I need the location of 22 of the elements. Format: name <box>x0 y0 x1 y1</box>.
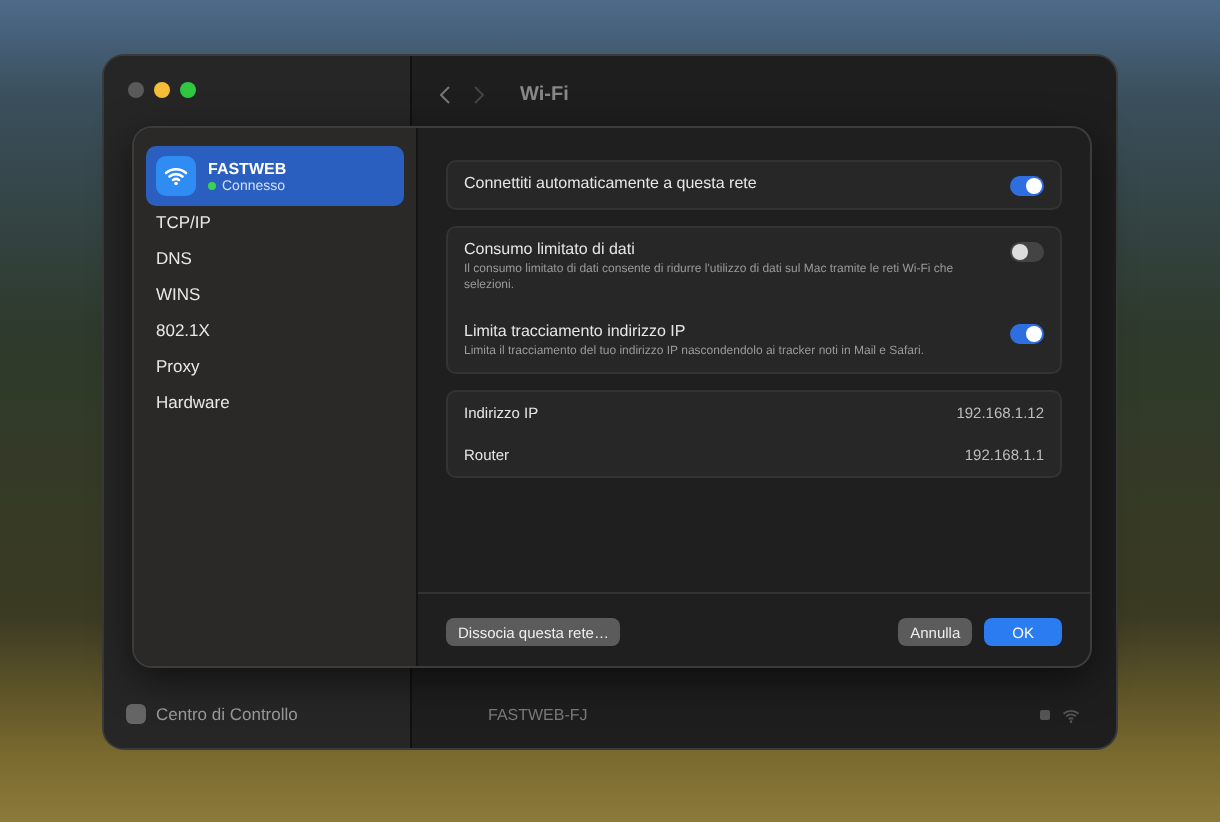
sidebar-item[interactable]: DNS <box>146 242 404 278</box>
app-icon <box>126 704 146 724</box>
setting-label: Connettiti automaticamente a questa rete <box>464 174 757 192</box>
window-title: Wi-Fi <box>520 83 569 105</box>
sidebar-item[interactable]: Hardware <box>146 386 404 422</box>
setting-label: Consumo limitato di dati <box>464 240 637 258</box>
zoom-icon[interactable] <box>180 82 196 98</box>
setting-label: Limita tracciamento indirizzo IP <box>464 322 688 340</box>
minimize-icon[interactable] <box>154 82 170 98</box>
toggle-switch[interactable] <box>1010 176 1044 196</box>
wifi-icon <box>1062 707 1080 723</box>
network-name[interactable]: FASTWEB-FJ <box>488 706 588 724</box>
sidebar-item[interactable]: 802.1X <box>146 314 404 350</box>
toggle-switch[interactable] <box>1010 242 1044 262</box>
sidebar-item[interactable]: WINS <box>146 278 404 314</box>
sidebar-item[interactable]: TCP/IP <box>146 206 404 242</box>
wifi-icon <box>156 156 196 196</box>
lock-icon <box>1040 710 1050 720</box>
sidebar-item[interactable]: Proxy <box>146 350 404 386</box>
toggle-switch[interactable] <box>1010 324 1044 344</box>
sidebar-item[interactable]: Centro di Controllo <box>156 704 298 724</box>
back-chevron-icon[interactable] <box>440 85 450 103</box>
